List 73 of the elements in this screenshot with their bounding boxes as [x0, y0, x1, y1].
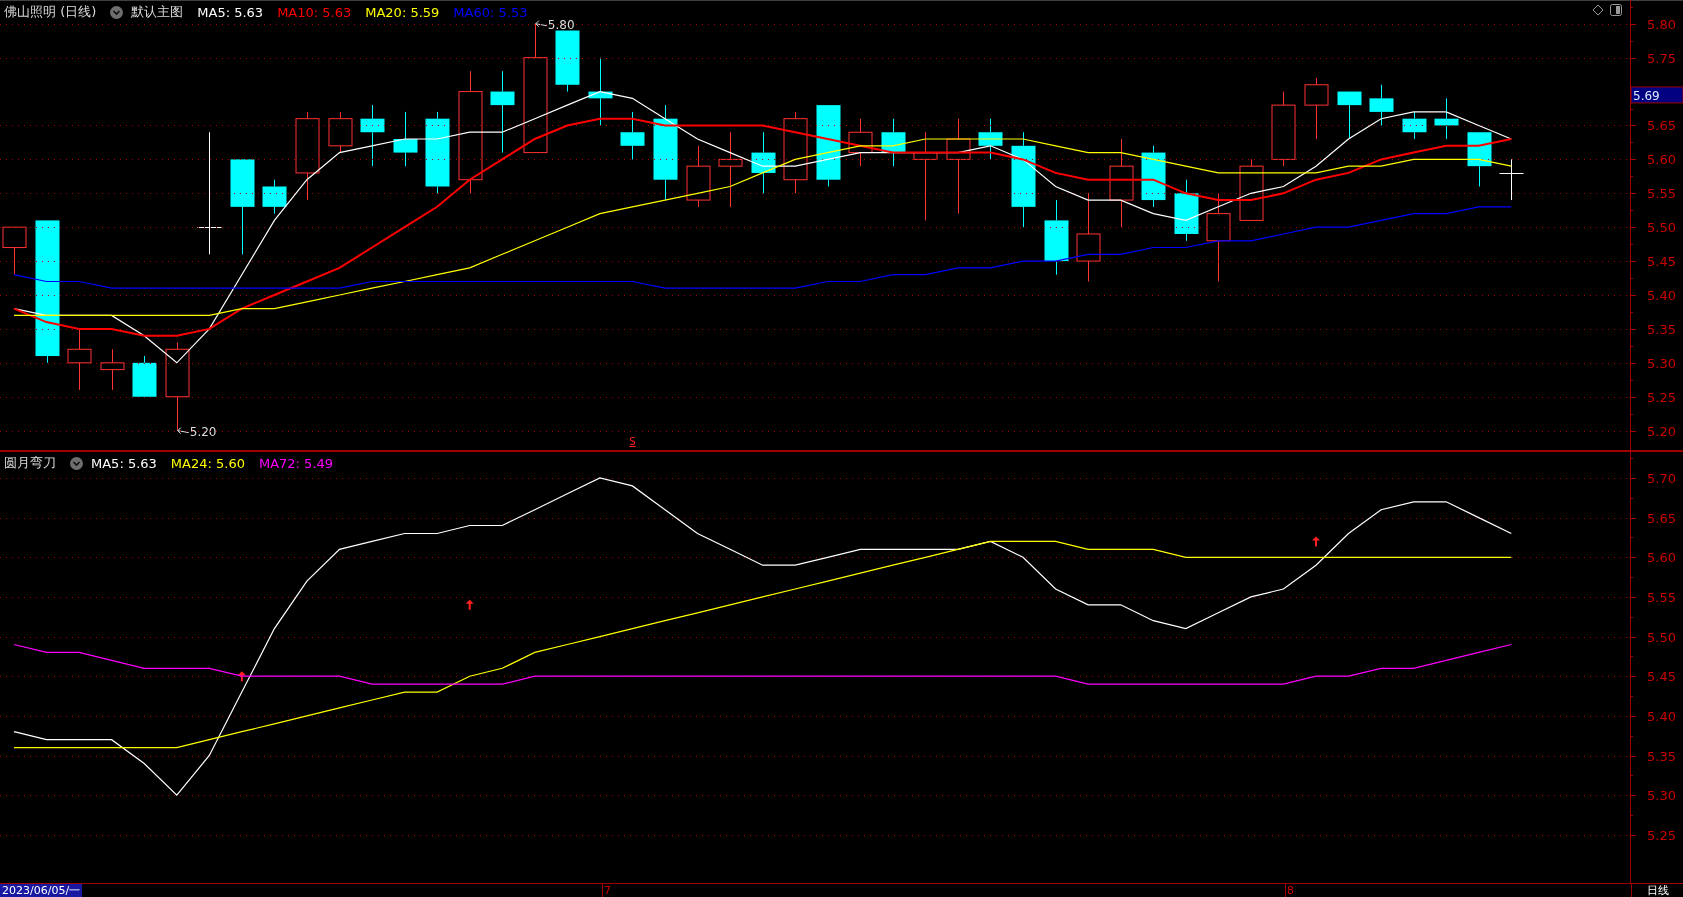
price-annotation: 5.80 — [535, 17, 575, 32]
panel-toggle-icon[interactable] — [1610, 4, 1622, 16]
candlestick — [751, 131, 776, 194]
axis-label: 5.60 — [1647, 550, 1676, 565]
candlestick — [1369, 84, 1394, 126]
axis-label: 5.25 — [1647, 828, 1676, 843]
axis-label: 5.20 — [1647, 424, 1676, 439]
candlestick — [100, 348, 125, 391]
stock-title: 佛山照明 (日线) — [4, 3, 97, 21]
date-tick-label: 7 — [602, 884, 611, 897]
axis-label: 5.65 — [1647, 118, 1676, 133]
axis-label: 5.50 — [1647, 630, 1676, 645]
candlestick — [328, 111, 353, 154]
candlestick — [620, 111, 645, 160]
price-marker: 5.69 — [1630, 86, 1683, 104]
axis-label: 5.60 — [1647, 152, 1676, 167]
legend-value: MA5: 5.63 — [91, 455, 157, 471]
up-arrow-icon — [465, 599, 474, 610]
legend-value: MA24: 5.60 — [170, 455, 245, 471]
diamond-icon[interactable] — [1592, 4, 1604, 16]
candlestick — [1467, 131, 1492, 187]
legend-value: MA5: 5.63 — [197, 4, 264, 20]
candlestick — [1141, 145, 1166, 208]
candlestick — [1337, 91, 1362, 140]
legend-value: MA60: 5.53 — [453, 4, 528, 20]
axis-label: 5.80 — [1647, 17, 1676, 32]
date-tick-label: 8 — [1285, 884, 1294, 897]
axis-label: 5.75 — [1647, 51, 1676, 66]
axis-label: 5.30 — [1647, 788, 1676, 803]
axis-label: 5.35 — [1647, 749, 1676, 764]
axis-label: 5.50 — [1647, 220, 1676, 235]
axis-label: 5.55 — [1647, 186, 1676, 201]
candlestick — [1499, 158, 1524, 201]
price-annotation: 5.20 — [177, 424, 217, 439]
candlestick — [1402, 111, 1427, 140]
axis-label: 5.55 — [1647, 590, 1676, 605]
cursor-date-label: 2023/06/05/一 — [0, 884, 83, 897]
up-arrow-icon — [237, 671, 246, 682]
axis-label: 5.30 — [1647, 356, 1676, 371]
candlestick — [978, 118, 1003, 160]
axis-label: 5.65 — [1647, 511, 1676, 526]
candlestick — [588, 57, 613, 126]
candlestick — [132, 355, 157, 398]
candlestick — [1174, 179, 1199, 242]
axis-label: 5.35 — [1647, 322, 1676, 337]
candlestick — [360, 104, 385, 167]
candlestick — [1434, 97, 1459, 140]
period-tab[interactable]: 日线 — [1631, 884, 1683, 897]
candlestick — [881, 118, 906, 167]
candlestick — [686, 145, 711, 208]
up-arrow-icon — [1312, 536, 1320, 547]
dropdown-icon[interactable] — [70, 456, 83, 470]
axis-label: 5.40 — [1647, 709, 1676, 724]
axis-label: 5.45 — [1647, 254, 1676, 269]
candlestick — [2, 226, 27, 276]
axis-label: 5.40 — [1647, 288, 1676, 303]
legend-value: MA10: 5.63 — [277, 4, 352, 20]
candlestick — [555, 30, 580, 93]
candlestick — [1239, 158, 1264, 221]
template-label[interactable]: 默认主图 — [131, 3, 184, 21]
candlestick — [67, 328, 92, 391]
axis-label: 5.70 — [1647, 471, 1676, 486]
axis-label: 5.45 — [1647, 669, 1676, 684]
dropdown-icon[interactable] — [110, 5, 124, 19]
signal-marker: S — [629, 436, 636, 447]
axis-label: 5.25 — [1647, 390, 1676, 405]
legend-value: MA20: 5.59 — [365, 4, 440, 20]
candlestick — [1304, 77, 1329, 140]
candlestick — [262, 179, 287, 215]
candlestick — [848, 118, 873, 167]
indicator-title: 圆月弯刀 — [4, 454, 56, 472]
legend-value: MA72: 5.49 — [258, 455, 334, 471]
candlestick — [393, 111, 418, 167]
